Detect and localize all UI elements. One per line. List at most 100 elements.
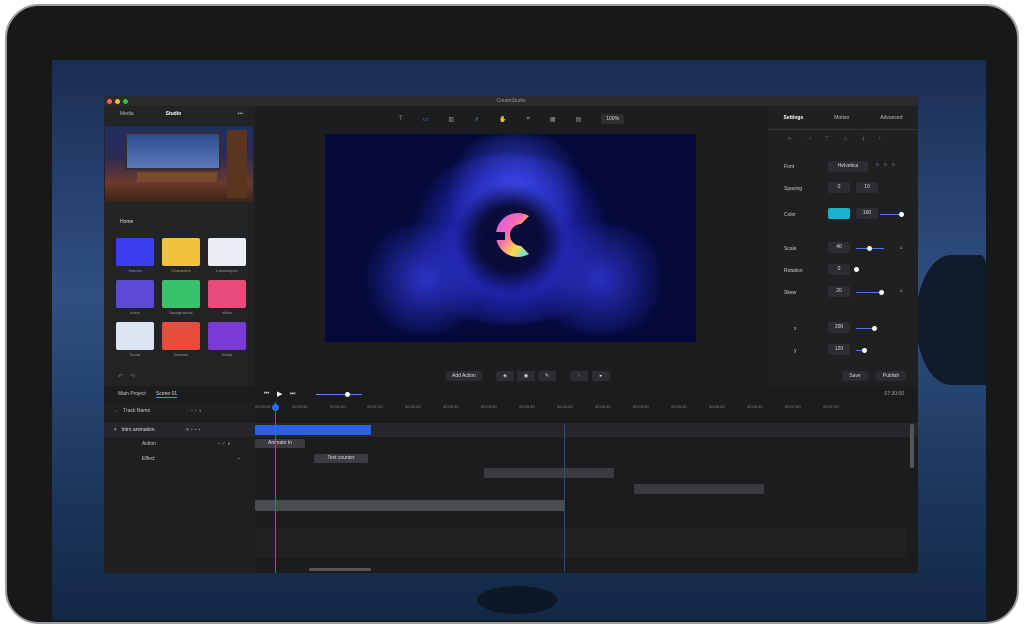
tile-video[interactable]: Video [208, 280, 246, 315]
clip-text-counter[interactable]: Text counter [314, 454, 368, 463]
clip-empty-2[interactable] [634, 484, 764, 494]
breadcrumb-scene[interactable]: Scene 01 [156, 391, 178, 398]
clip-background[interactable] [255, 500, 565, 511]
track-header-icons[interactable]: ◌▪▪◂ [186, 408, 203, 414]
time-ruler[interactable]: 00:00:00 00:00:30 00:01:00 00:01:30 00:0… [255, 402, 905, 412]
align-right-icon[interactable]: ⊤ [825, 136, 829, 142]
align-toolbar: ⊢ ⊣ ⊤ ⊥ ┼ ⊦ [788, 136, 882, 142]
rotation-input[interactable]: 0 [828, 264, 850, 275]
color-swatch[interactable] [828, 208, 850, 219]
ruler-tick: 00:04:30 [595, 404, 611, 409]
flip-v-button[interactable]: ◉ [517, 371, 535, 381]
total-duration: 07:30:00 [884, 391, 904, 397]
tile-devices[interactable]: Devices [162, 322, 200, 357]
text-align-center-icon[interactable]: ≡ [884, 162, 887, 168]
crop-tool-icon[interactable]: ⌗ [527, 116, 530, 123]
spacing-line-input[interactable]: 10 [856, 182, 878, 193]
align-top-icon[interactable]: ⊥ [843, 136, 847, 142]
collapse-icon[interactable]: ⌄ [114, 408, 118, 414]
spacing-letter-input[interactable]: 0 [828, 182, 850, 193]
clip-empty-1[interactable] [484, 468, 614, 478]
skew-lock-icon[interactable]: 🔒︎ [900, 288, 903, 294]
tile-social[interactable]: Social [116, 322, 154, 357]
zoom-dropdown[interactable]: 100% [601, 114, 625, 124]
x-slider-knob[interactable] [872, 326, 877, 331]
lock-icon[interactable]: 🔒︎ [900, 245, 903, 251]
flip-h-button[interactable]: ◈ [496, 371, 514, 381]
skew-input[interactable]: 20 [828, 286, 850, 297]
skip-back-icon[interactable]: ⏮ [264, 391, 269, 398]
layer-up-button[interactable]: ↑ [570, 371, 588, 381]
align-middle-icon[interactable]: ┼ [861, 136, 865, 142]
expand-icon[interactable]: ▾ [114, 427, 117, 433]
y-slider-knob[interactable] [862, 348, 867, 353]
align-left-icon[interactable]: ⊢ [788, 136, 792, 142]
add-action-button[interactable]: Add Action [446, 371, 482, 381]
tile-icons[interactable]: Icons [116, 280, 154, 315]
tab-media[interactable]: Media [120, 111, 134, 117]
breadcrumb-main-project[interactable]: Main Project [118, 391, 146, 397]
more-icon[interactable]: ••• [238, 111, 243, 117]
redo-icon[interactable]: ↷ [130, 373, 135, 380]
tab-motion[interactable]: Motion [834, 115, 849, 121]
rotation-slider-knob[interactable] [854, 267, 859, 272]
grid-icon[interactable]: ▦ [550, 116, 556, 123]
ruler-tick: 00:03:30 [519, 404, 535, 409]
layer-down-button[interactable]: ▸ [592, 371, 610, 381]
preview-desk-art [137, 172, 217, 182]
skew-slider-knob[interactable] [879, 290, 884, 295]
horizontal-scrollbar[interactable] [309, 568, 371, 571]
track-row-intro[interactable]: ▾ Intro animation ♥▪▪▪ [104, 423, 918, 437]
select-tool-icon[interactable]: ➚ [474, 116, 479, 123]
opacity-slider-knob[interactable] [899, 212, 904, 217]
tile-instashapes[interactable]: Instashapes [208, 238, 246, 273]
tab-studio[interactable]: Studio [166, 111, 182, 117]
canvas-stage[interactable] [325, 134, 696, 342]
save-button[interactable]: Save [842, 371, 868, 381]
align-center-icon[interactable]: ⊣ [806, 136, 810, 142]
action-icons[interactable]: ▪✓▸ [218, 441, 232, 447]
publish-button[interactable]: Publish [876, 371, 906, 381]
edit-button[interactable]: ✎ [538, 371, 556, 381]
hand-tool-icon[interactable]: ✋ [499, 116, 506, 123]
track-row-action[interactable]: Action ▪✓▸ [104, 437, 918, 451]
play-icon[interactable]: ▶ [277, 390, 282, 398]
x-input[interactable]: 200 [828, 322, 850, 333]
font-select[interactable]: Helvetica [828, 161, 868, 172]
playhead[interactable] [275, 402, 276, 573]
section-home[interactable]: Home [120, 219, 133, 225]
tile-backgrounds[interactable]: Backgrounds [162, 280, 200, 315]
shape-tool-icon[interactable]: ▭ [423, 116, 429, 123]
tile-emoji[interactable]: Emoji [208, 322, 246, 357]
y-input[interactable]: 120 [828, 344, 850, 355]
volume-slider[interactable] [316, 394, 362, 395]
track-visibility-icons[interactable]: ♥▪▪▪ [186, 427, 202, 433]
ruler-tick: 00:02:30 [443, 404, 459, 409]
layout-icon[interactable]: ▤ [576, 116, 582, 123]
clip-animate-in[interactable]: Animate In [255, 439, 305, 448]
scene-preview-thumbnail[interactable] [105, 126, 253, 202]
media-tool-icon[interactable]: ▥ [448, 116, 454, 123]
scale-input[interactable]: 40 [828, 242, 850, 253]
wallpaper-island [916, 255, 986, 385]
text-align-right-icon[interactable]: ≡ [892, 162, 895, 168]
text-tool-icon[interactable]: T [399, 116, 403, 122]
opacity-input[interactable]: 100 [856, 208, 878, 219]
vertical-scrollbar[interactable] [910, 424, 914, 468]
volume-knob[interactable] [345, 392, 350, 397]
track-row-effect[interactable]: Effect ▪ [104, 452, 918, 466]
library-tabs: Media Studio ••• [104, 106, 255, 122]
scale-slider-knob[interactable] [867, 246, 872, 251]
tab-advanced[interactable]: Advanced [880, 115, 902, 121]
tile-characters[interactable]: Characters [162, 238, 200, 273]
clip-intro-animation[interactable] [255, 425, 371, 435]
align-bottom-icon[interactable]: ⊦ [879, 136, 882, 142]
undo-icon[interactable]: ↶ [118, 373, 123, 380]
tab-settings[interactable]: Settings [784, 115, 804, 121]
playhead-handle[interactable] [272, 404, 279, 411]
effect-icon[interactable]: ▪ [238, 456, 240, 462]
window-title: CreateStudio [496, 98, 526, 104]
text-align-left-icon[interactable]: ≡ [876, 162, 879, 168]
tile-scenes[interactable]: Scenes [116, 238, 154, 273]
skip-forward-icon[interactable]: ⏭ [290, 391, 295, 398]
